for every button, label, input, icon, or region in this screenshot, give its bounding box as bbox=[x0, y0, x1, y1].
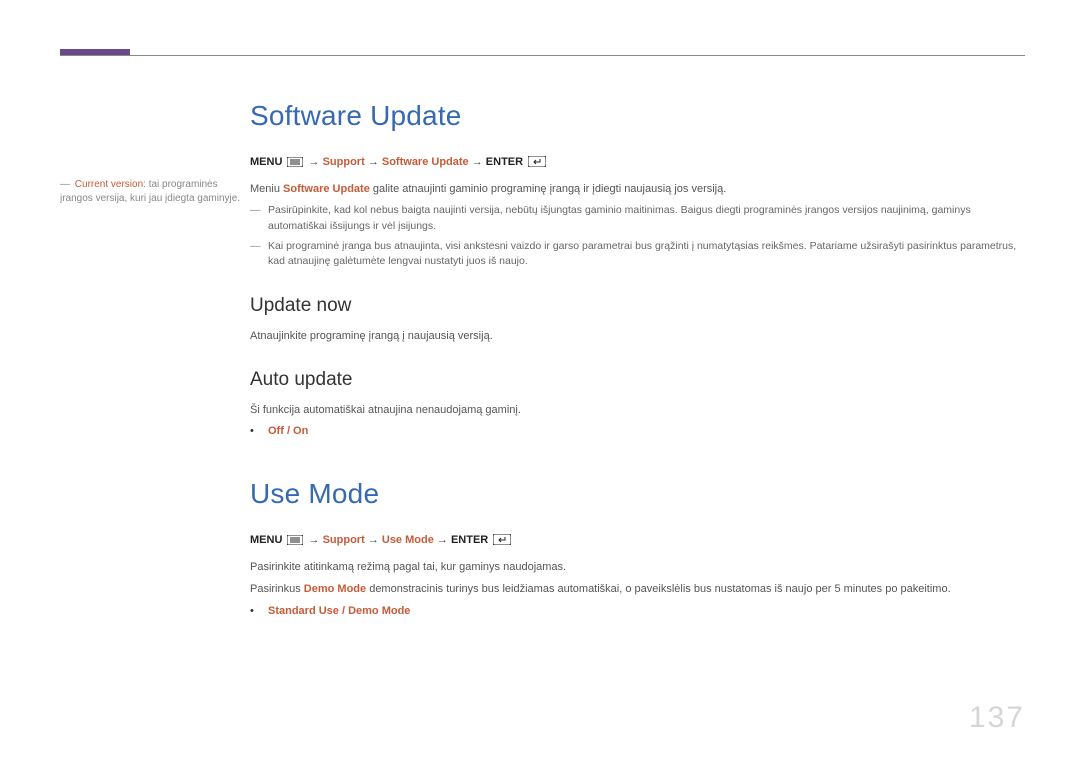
enter-icon bbox=[528, 156, 546, 173]
use-mode-body-1: Pasirinkite atitinkamą režimą pagal tai,… bbox=[250, 559, 1025, 576]
menu-path-use-mode: MENU → Support → Use Mode → ENTER bbox=[250, 533, 1025, 551]
heading-software-update: Software Update bbox=[250, 96, 1025, 137]
menupath-arrow1: → bbox=[309, 156, 323, 168]
heading-auto-update: Auto update bbox=[250, 366, 1025, 394]
note-text-2: Kai programinė įranga bus atnaujinta, vi… bbox=[268, 239, 1025, 271]
use-mode-body-2: Pasirinkus Demo Mode demonstracinis turi… bbox=[250, 581, 1025, 598]
um-body2-strong: Demo Mode bbox=[304, 583, 366, 595]
menu-icon bbox=[287, 157, 303, 173]
bullet-dot-2: • bbox=[250, 604, 268, 620]
menupath2-arrow3: → bbox=[437, 534, 451, 546]
main-column: Software Update MENU → Support → Softwar… bbox=[250, 96, 1025, 620]
su-body-prefix: Meniu bbox=[250, 183, 283, 195]
sidebar: ― Current version: tai programinės įrang… bbox=[60, 96, 250, 620]
menupath2-arrow1: → bbox=[309, 534, 323, 546]
content-area: ― Current version: tai programinės įrang… bbox=[60, 96, 1025, 620]
update-now-body: Atnaujinkite programinę įrangą į naujaus… bbox=[250, 328, 1025, 345]
enter-icon-2 bbox=[493, 534, 511, 551]
use-mode-option: • Standard Use / Demo Mode bbox=[250, 604, 1025, 620]
sidebar-note-dash: ― bbox=[60, 179, 70, 190]
heading-update-now: Update now bbox=[250, 292, 1025, 320]
note-text-1: Pasirūpinkite, kad kol nebus baigta nauj… bbox=[268, 203, 1025, 235]
note-dash-1: ― bbox=[250, 203, 268, 235]
menupath2-enter: ENTER bbox=[451, 534, 488, 546]
um-body2-suffix: demonstracinis turinys bus leidžiamas au… bbox=[366, 583, 951, 595]
menu-icon-2 bbox=[287, 535, 303, 551]
top-rule bbox=[60, 55, 1025, 56]
menupath2-support: Support bbox=[323, 534, 365, 546]
menupath-menu: MENU bbox=[250, 156, 282, 168]
menupath-arrow3: → bbox=[472, 156, 486, 168]
auto-update-option-text: Off / On bbox=[268, 424, 1025, 440]
menupath2-arrow2: → bbox=[368, 534, 382, 546]
auto-update-body: Ši funkcija automatiškai atnaujina nenau… bbox=[250, 402, 1025, 419]
bullet-dot-1: • bbox=[250, 424, 268, 440]
software-update-note-2: ― Kai programinė įranga bus atnaujinta, … bbox=[250, 239, 1025, 271]
menupath-arrow2: → bbox=[368, 156, 382, 168]
su-body-suffix: galite atnaujinti gaminio programinę įra… bbox=[370, 183, 726, 195]
page-number: 137 bbox=[969, 701, 1025, 735]
menupath-software-update: Software Update bbox=[382, 156, 469, 168]
su-body-strong: Software Update bbox=[283, 183, 370, 195]
tab-marker bbox=[60, 49, 130, 55]
auto-update-option: • Off / On bbox=[250, 424, 1025, 440]
menupath2-menu: MENU bbox=[250, 534, 282, 546]
um-body2-prefix: Pasirinkus bbox=[250, 583, 304, 595]
heading-use-mode: Use Mode bbox=[250, 474, 1025, 515]
current-version-label: Current version bbox=[75, 179, 143, 190]
document-page: ― Current version: tai programinės įrang… bbox=[0, 0, 1080, 763]
software-update-body: Meniu Software Update galite atnaujinti … bbox=[250, 181, 1025, 198]
software-update-note-1: ― Pasirūpinkite, kad kol nebus baigta na… bbox=[250, 203, 1025, 235]
menupath2-use-mode: Use Mode bbox=[382, 534, 434, 546]
menupath-enter: ENTER bbox=[486, 156, 523, 168]
sidebar-note: ― Current version: tai programinės įrang… bbox=[60, 178, 250, 205]
use-mode-option-text: Standard Use / Demo Mode bbox=[268, 604, 1025, 620]
menu-path-software-update: MENU → Support → Software Update → ENTER bbox=[250, 155, 1025, 173]
note-dash-2: ― bbox=[250, 239, 268, 271]
menupath-support: Support bbox=[323, 156, 365, 168]
